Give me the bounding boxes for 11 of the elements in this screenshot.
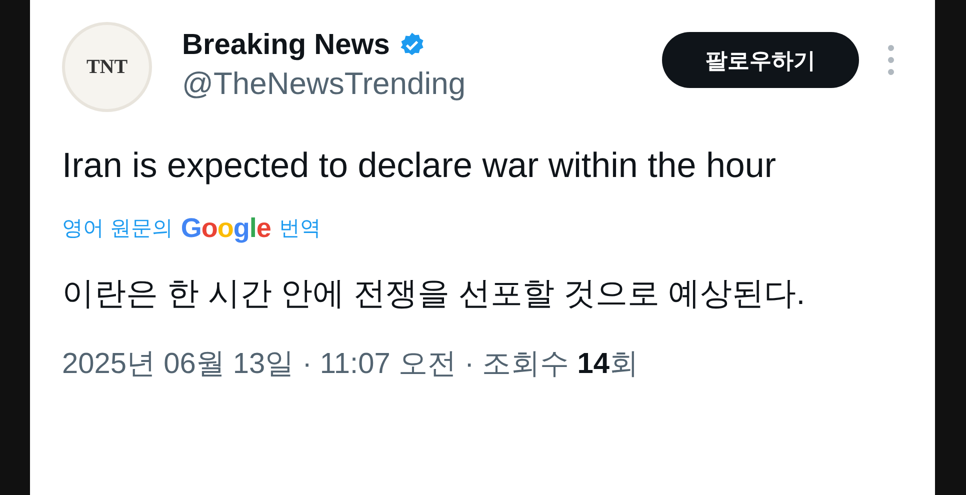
follow-button[interactable]: 팔로우하기 — [662, 32, 859, 88]
tweet-text: Iran is expected to declare war within the hour — [62, 145, 777, 187]
tweet-metadata: 2025년 06월 13일 · 11:07 오전 · 조회수 14회 — [62, 346, 640, 382]
avatar[interactable]: TNT — [62, 22, 152, 112]
translated-text: 이란은 한 시간 안에 전쟁을 선포할 것으로 예상된다. — [62, 274, 806, 312]
author-name[interactable]: Breaking News — [182, 26, 390, 64]
translation-label: 번역 — [278, 216, 321, 242]
author-handle[interactable]: @TheNewsTrending — [182, 64, 466, 104]
google-logo: Google — [180, 212, 271, 245]
translation-label: 영어 원문의 — [62, 216, 173, 242]
more-options-icon[interactable] — [887, 44, 895, 76]
